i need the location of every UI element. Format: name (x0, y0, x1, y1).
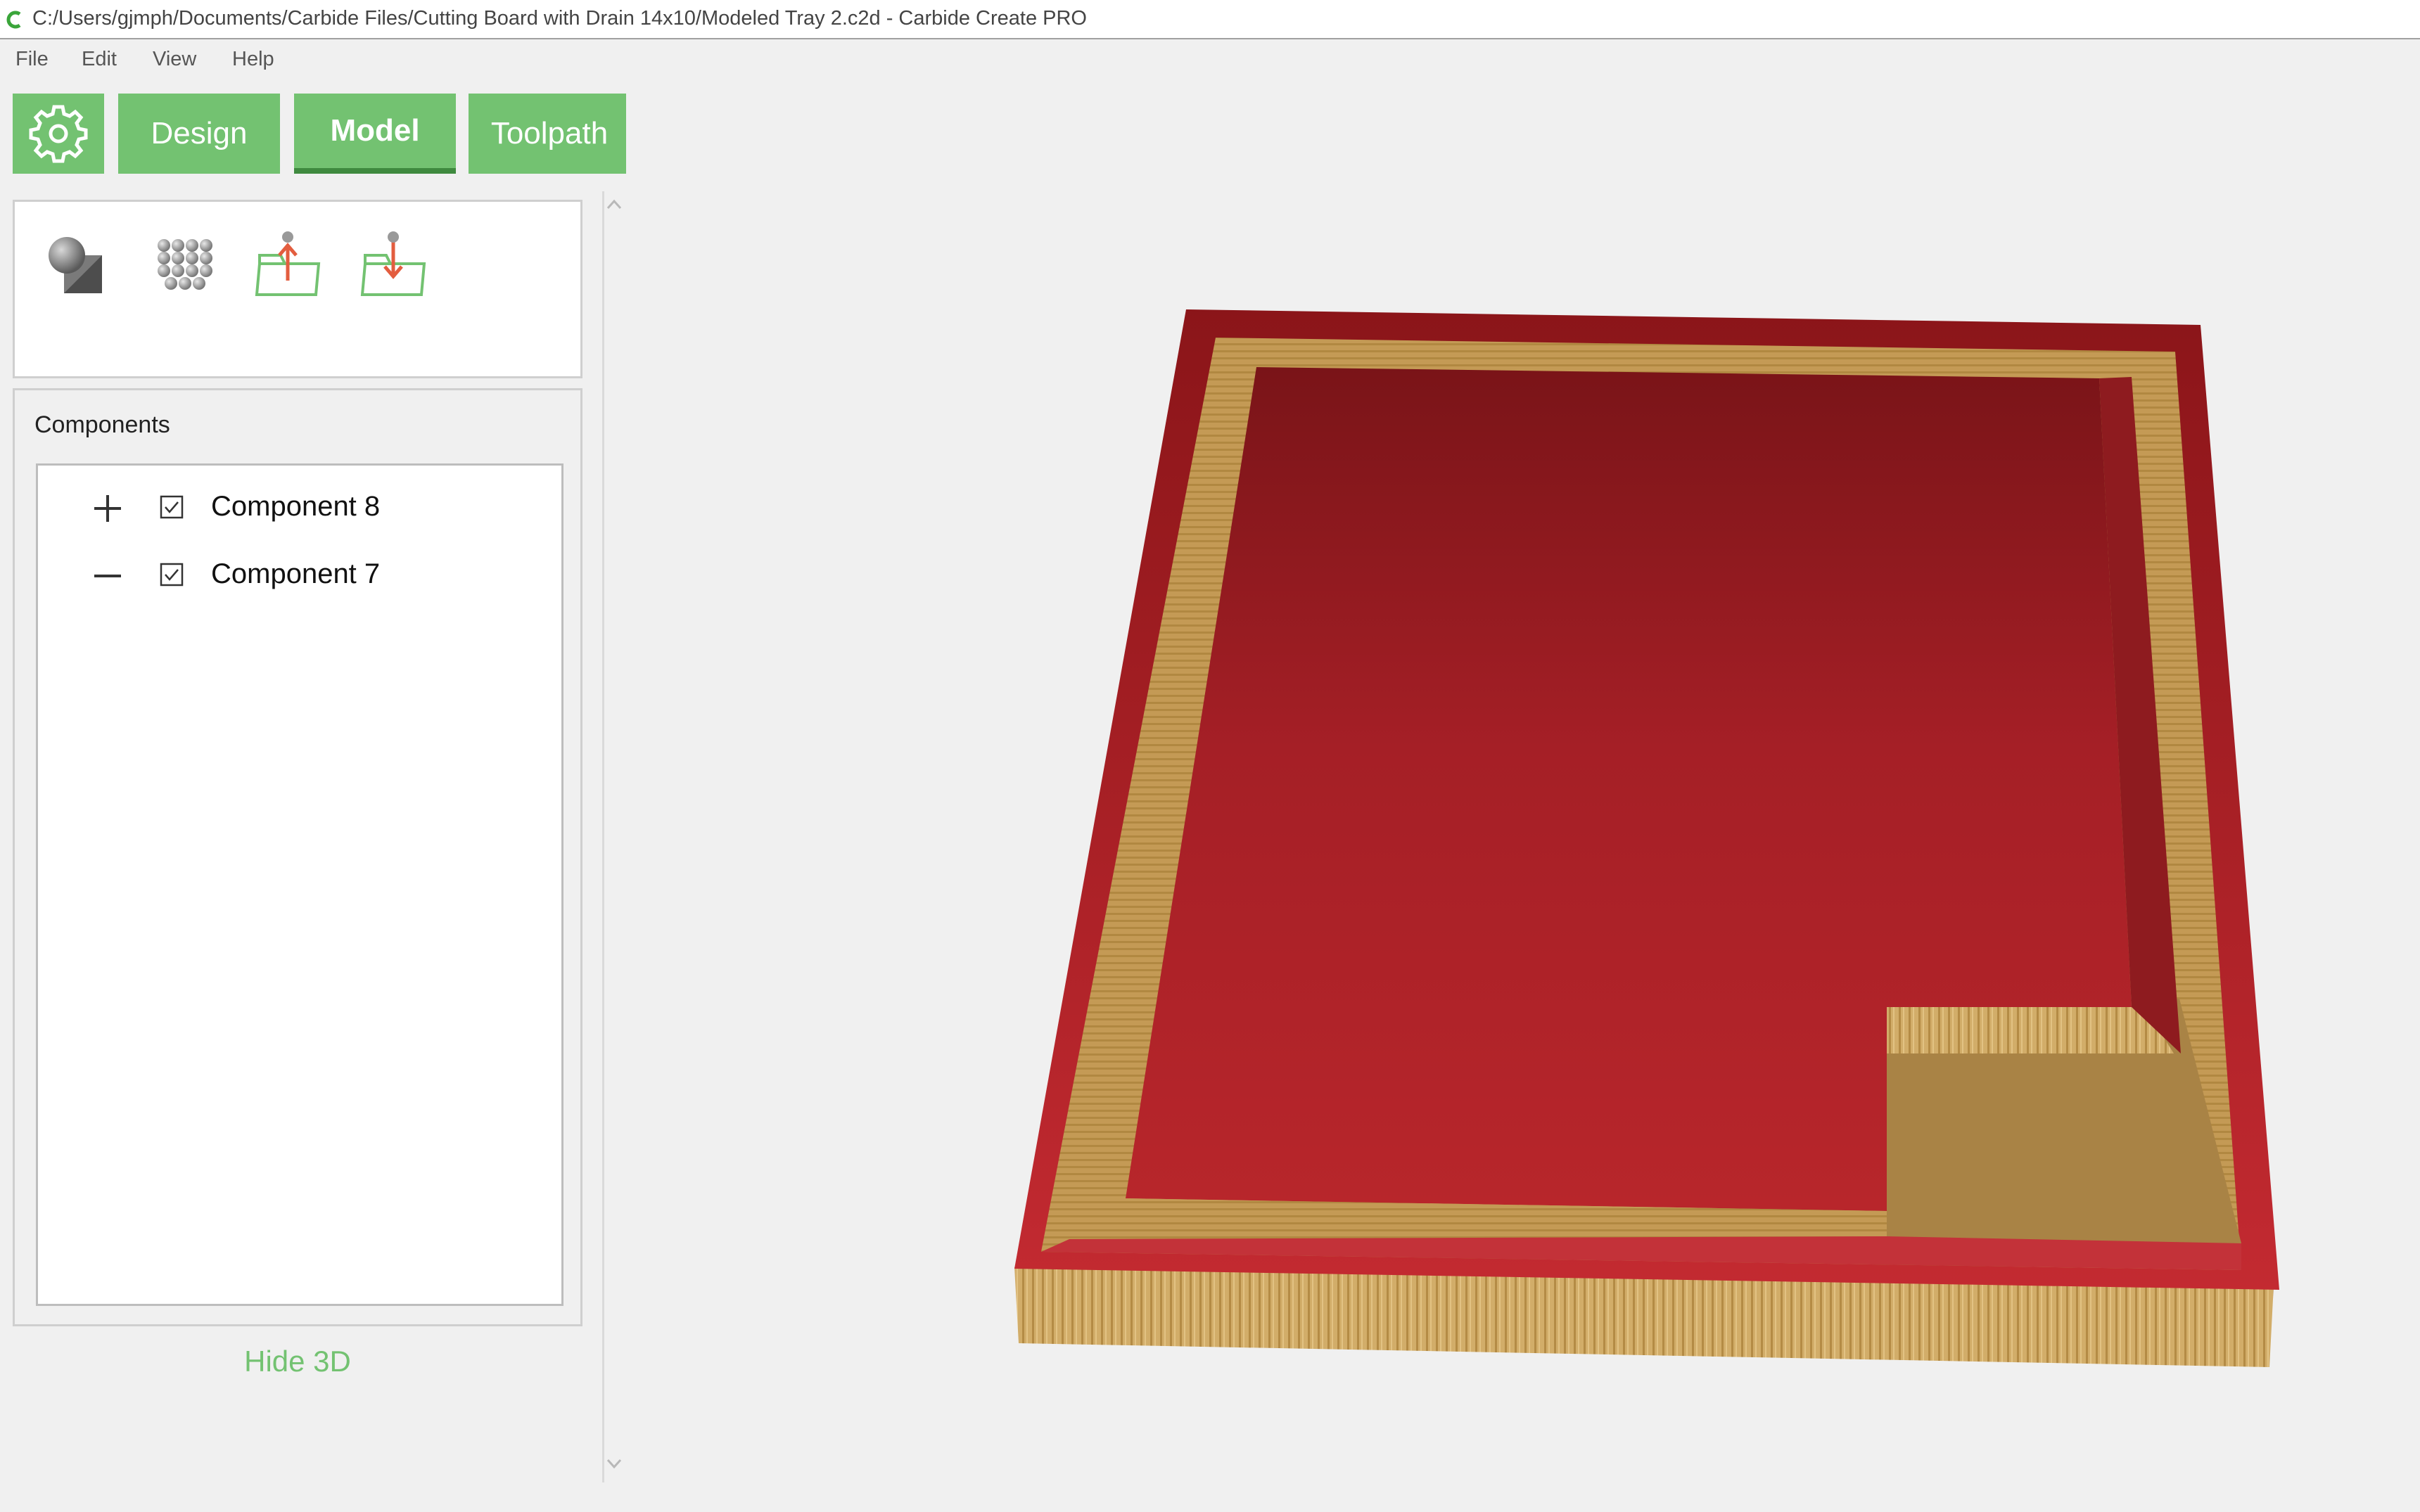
panel-scrollbar-track[interactable] (602, 191, 604, 1482)
expand-plus-icon[interactable] (91, 492, 124, 525)
tree-row-component-7[interactable]: Component 7 (38, 547, 561, 603)
visibility-checkbox[interactable] (160, 495, 184, 519)
import-folder-icon[interactable] (359, 230, 430, 300)
menu-view[interactable]: View (153, 48, 196, 71)
tray-3d-model[interactable] (626, 83, 2420, 1512)
menu-edit[interactable]: Edit (82, 48, 117, 71)
tree-row-component-8[interactable]: Component 8 (38, 480, 561, 536)
window-title: C:/Users/gjmph/Documents/Carbide Files/C… (32, 7, 1087, 30)
components-panel: Components Component 8 Component 7 (13, 388, 582, 1326)
component-label[interactable]: Component 7 (211, 558, 380, 590)
hide-3d-button[interactable]: Hide 3D (13, 1345, 582, 1378)
menu-bar: File Edit View Help (0, 39, 2420, 83)
tab-model[interactable]: Model (294, 94, 456, 174)
tab-design[interactable]: Design (118, 94, 280, 174)
collapse-minus-icon[interactable] (91, 560, 124, 592)
title-bar: C:/Users/gjmph/Documents/Carbide Files/C… (0, 0, 2420, 39)
3d-viewport[interactable] (626, 83, 2420, 1512)
scroll-up-icon[interactable] (605, 197, 623, 212)
menu-file[interactable]: File (15, 48, 49, 71)
settings-button[interactable] (13, 94, 104, 174)
carbide-create-window: C:/Users/gjmph/Documents/Carbide Files/C… (0, 0, 2420, 1512)
model-tools-panel (13, 200, 582, 378)
scroll-down-icon[interactable] (605, 1456, 623, 1471)
export-folder-icon[interactable] (254, 230, 324, 300)
pattern-array-icon[interactable] (148, 230, 219, 300)
tab-toolpath[interactable]: Toolpath (469, 94, 630, 174)
app-logo-icon (6, 11, 21, 29)
create-component-icon[interactable] (43, 230, 113, 300)
menu-help[interactable]: Help (232, 48, 274, 71)
components-title: Components (34, 411, 170, 438)
gear-icon (29, 105, 88, 163)
component-label[interactable]: Component 8 (211, 491, 380, 523)
visibility-checkbox[interactable] (160, 563, 184, 587)
components-tree: Component 8 Component 7 (36, 463, 563, 1306)
